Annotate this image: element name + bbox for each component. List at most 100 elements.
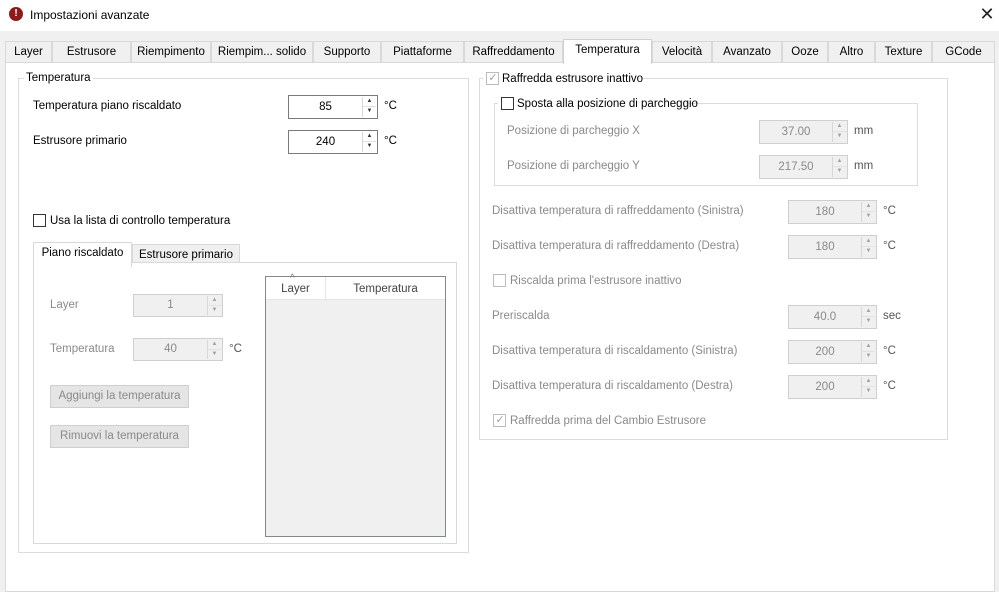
spin-up-icon[interactable]: ▲ bbox=[862, 202, 875, 212]
column-header-layer[interactable]: Layer bbox=[266, 277, 326, 300]
primary-extruder-unit: °C bbox=[384, 135, 397, 147]
layer-spinbox[interactable]: 1 ▲ ▼ bbox=[133, 294, 223, 317]
disable-cooling-left-label: Disattiva temperatura di raffreddamento … bbox=[492, 205, 744, 217]
park-y-label: Posizione di parcheggio Y bbox=[507, 160, 640, 172]
tab-temperatura[interactable]: Temperatura bbox=[563, 39, 652, 64]
column-header-temperature[interactable]: Temperatura bbox=[326, 277, 445, 300]
preheat-inactive-label: Riscalda prima l'estrusore inattivo bbox=[510, 275, 682, 287]
primary-extruder-label: Estrusore primario bbox=[33, 135, 127, 147]
preheat-unit: sec bbox=[883, 310, 901, 322]
park-x-unit: mm bbox=[854, 125, 874, 137]
spin-down-icon[interactable]: ▼ bbox=[862, 247, 875, 257]
tab-estrusore[interactable]: Estrusore bbox=[52, 41, 131, 63]
park-x-spinbox[interactable]: 37.00 ▲ ▼ bbox=[759, 120, 848, 144]
cool-before-change-checkbox[interactable]: ✓ bbox=[493, 414, 506, 427]
spin-down-icon[interactable]: ▼ bbox=[208, 350, 221, 360]
disable-heating-right-unit: °C bbox=[883, 380, 896, 392]
temperature-spinbox[interactable]: 40 ▲ ▼ bbox=[133, 338, 223, 361]
preheat-spinbox[interactable]: 40.0 ▲ ▼ bbox=[788, 305, 877, 329]
spin-down-icon[interactable]: ▼ bbox=[862, 387, 875, 397]
window-title: Impostazioni avanzate bbox=[30, 8, 150, 22]
temperature-group-title: Temperatura bbox=[24, 72, 93, 84]
park-position-label: Sposta alla posizione di parcheggio bbox=[517, 98, 698, 110]
remove-temperature-button[interactable]: Rimuovi la temperatura bbox=[50, 425, 189, 448]
disable-heating-left-value: 200 bbox=[815, 346, 835, 358]
disable-heating-right-label: Disattiva temperatura di riscaldamento (… bbox=[492, 380, 733, 392]
temperature-table[interactable]: ^ Layer Temperatura bbox=[265, 273, 446, 537]
subtab-heated-bed[interactable]: Piano riscaldato bbox=[33, 242, 132, 267]
primary-extruder-value: 240 bbox=[315, 136, 336, 148]
spin-up-icon[interactable]: ▲ bbox=[862, 307, 875, 317]
disable-cooling-left-value: 180 bbox=[815, 206, 835, 218]
disable-cooling-right-value: 180 bbox=[815, 241, 835, 253]
tab-altro[interactable]: Altro bbox=[828, 41, 875, 63]
spin-down-icon[interactable]: ▼ bbox=[363, 142, 376, 152]
park-y-value: 217.50 bbox=[778, 161, 814, 173]
preheat-value: 40.0 bbox=[813, 311, 837, 323]
park-y-spinbox[interactable]: 217.50 ▲ ▼ bbox=[759, 155, 848, 179]
tab-gcode[interactable]: GCode bbox=[932, 41, 995, 63]
disable-cooling-left-unit: °C bbox=[883, 205, 896, 217]
tab-ooze[interactable]: Ooze bbox=[782, 41, 828, 63]
disable-cooling-right-unit: °C bbox=[883, 240, 896, 252]
check-icon: ✓ bbox=[495, 414, 505, 426]
bed-temperature-unit: °C bbox=[384, 100, 397, 112]
disable-cooling-right-spinbox[interactable]: 180 ▲ ▼ bbox=[788, 235, 877, 259]
park-group bbox=[494, 103, 918, 186]
layer-value: 1 bbox=[167, 299, 174, 311]
spin-down-icon[interactable]: ▼ bbox=[862, 317, 875, 327]
disable-heating-left-label: Disattiva temperatura di riscaldamento (… bbox=[492, 345, 738, 357]
cool-inactive-checkbox[interactable]: ✓ bbox=[486, 72, 499, 85]
check-icon: ✓ bbox=[488, 72, 498, 84]
park-y-unit: mm bbox=[854, 160, 874, 172]
add-temperature-button[interactable]: Aggiungi la temperatura bbox=[50, 385, 189, 408]
tab-riempimento-solido[interactable]: Riempim... solido bbox=[211, 41, 313, 63]
spin-down-icon[interactable]: ▼ bbox=[208, 306, 221, 316]
use-temperature-list-checkbox[interactable] bbox=[33, 214, 46, 227]
temperature-unit: °C bbox=[229, 343, 242, 355]
park-position-checkbox[interactable] bbox=[501, 97, 514, 110]
park-x-label: Posizione di parcheggio X bbox=[507, 125, 640, 137]
spin-up-icon[interactable]: ▲ bbox=[833, 122, 846, 132]
disable-heating-right-spinbox[interactable]: 200 ▲ ▼ bbox=[788, 375, 877, 399]
spin-up-icon[interactable]: ▲ bbox=[208, 340, 221, 350]
bed-temperature-value: 85 bbox=[319, 101, 332, 113]
tab-supporto[interactable]: Supporto bbox=[313, 41, 381, 63]
spin-down-icon[interactable]: ▼ bbox=[833, 132, 846, 142]
spin-down-icon[interactable]: ▼ bbox=[833, 167, 846, 177]
disable-heating-left-unit: °C bbox=[883, 345, 896, 357]
temperature-value: 40 bbox=[164, 343, 177, 355]
close-icon[interactable]: ✕ bbox=[977, 3, 997, 25]
spin-up-icon[interactable]: ▲ bbox=[862, 342, 875, 352]
tab-velocita[interactable]: Velocità bbox=[652, 41, 712, 63]
preheat-inactive-checkbox[interactable] bbox=[493, 274, 506, 287]
tab-texture[interactable]: Texture bbox=[875, 41, 932, 63]
tab-layer[interactable]: Layer bbox=[5, 41, 52, 63]
spin-up-icon[interactable]: ▲ bbox=[862, 377, 875, 387]
spin-up-icon[interactable]: ▲ bbox=[833, 157, 846, 167]
tab-avanzato[interactable]: Avanzato bbox=[712, 41, 782, 63]
tab-piattaforme[interactable]: Piattaforme bbox=[381, 41, 464, 63]
bed-temperature-spinbox[interactable]: 85 ▲ ▼ bbox=[288, 95, 378, 119]
spin-down-icon[interactable]: ▼ bbox=[862, 352, 875, 362]
use-temperature-list-label: Usa la lista di controllo temperatura bbox=[50, 215, 231, 227]
spin-up-icon[interactable]: ▲ bbox=[363, 97, 376, 107]
title-bar bbox=[0, 0, 999, 31]
tab-raffreddamento[interactable]: Raffreddamento bbox=[464, 41, 563, 63]
disable-heating-left-spinbox[interactable]: 200 ▲ ▼ bbox=[788, 340, 877, 364]
disable-cooling-left-spinbox[interactable]: 180 ▲ ▼ bbox=[788, 200, 877, 224]
disable-cooling-right-label: Disattiva temperatura di raffreddamento … bbox=[492, 240, 740, 252]
spin-up-icon[interactable]: ▲ bbox=[363, 132, 376, 142]
primary-extruder-spinbox[interactable]: 240 ▲ ▼ bbox=[288, 130, 378, 154]
spin-down-icon[interactable]: ▼ bbox=[862, 212, 875, 222]
bed-temperature-label: Temperatura piano riscaldato bbox=[33, 100, 182, 112]
temperature-label: Temperatura bbox=[50, 343, 115, 355]
layer-label: Layer bbox=[50, 299, 79, 311]
tab-riempimento[interactable]: Riempimento bbox=[131, 41, 211, 63]
spin-up-icon[interactable]: ▲ bbox=[208, 296, 221, 306]
cool-inactive-label: Raffredda estrusore inattivo bbox=[502, 73, 644, 85]
spin-down-icon[interactable]: ▼ bbox=[363, 107, 376, 117]
park-x-value: 37.00 bbox=[781, 126, 811, 138]
disable-heating-right-value: 200 bbox=[815, 381, 835, 393]
spin-up-icon[interactable]: ▲ bbox=[862, 237, 875, 247]
